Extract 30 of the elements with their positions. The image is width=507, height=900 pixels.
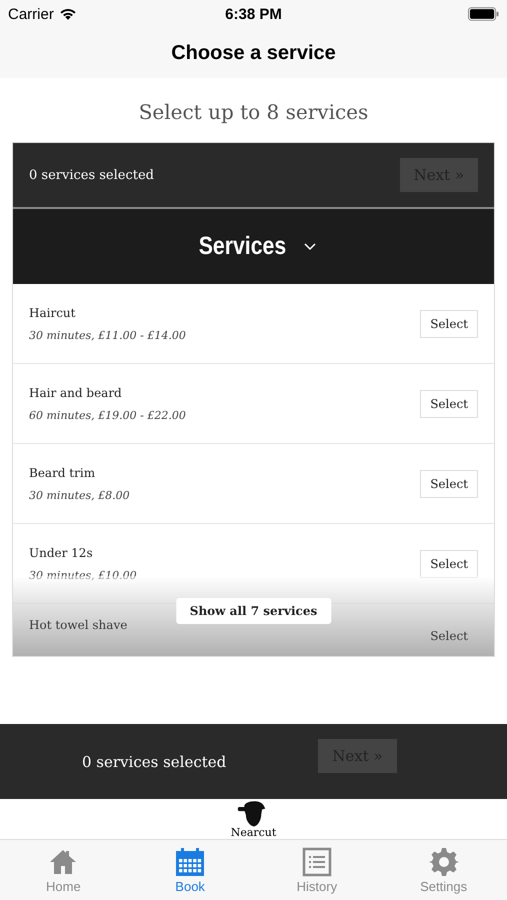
select-button[interactable]: Select [420, 390, 478, 418]
service-name: Hair and beard [29, 386, 123, 400]
wifi-icon [58, 8, 77, 20]
service-name: Hot towel shave [29, 618, 128, 632]
status-time: 6:38 PM [225, 6, 282, 22]
list-icon [302, 846, 332, 876]
service-details: 60 minutes, £19.00 - £22.00 [29, 408, 186, 422]
page-heading: Select up to 8 services [138, 100, 368, 126]
service-details: 30 minutes, £8.00 [29, 488, 130, 502]
services-title: Services [198, 232, 286, 261]
service-name: Under 12s [29, 546, 94, 560]
service-name: Beard trim [29, 466, 96, 480]
services-header[interactable]: Services [13, 209, 494, 284]
selected-count: 0 services selected [82, 752, 226, 770]
select-button[interactable]: Select [420, 550, 478, 578]
service-details: 30 minutes, £10.00 [29, 568, 137, 582]
service-name: Haircut [29, 306, 76, 320]
select-button[interactable]: Select [420, 310, 478, 338]
nav-title: Choose a service [171, 42, 336, 64]
battery-icon [468, 7, 499, 21]
tab[interactable]: Book [126, 840, 254, 900]
carrier-label: Carrier [8, 6, 54, 22]
select-button[interactable]: Select [420, 622, 478, 650]
service-details: 30 minutes, £11.00 - £14.00 [29, 328, 186, 342]
settings-icon [428, 846, 459, 876]
select-button[interactable]: Select [420, 470, 478, 498]
calendar-icon [175, 846, 206, 876]
selected-count: 0 services selected [29, 168, 154, 182]
show-all-button[interactable]: Show all 7 services [176, 598, 332, 624]
brand-name: Nearcut [230, 826, 276, 839]
